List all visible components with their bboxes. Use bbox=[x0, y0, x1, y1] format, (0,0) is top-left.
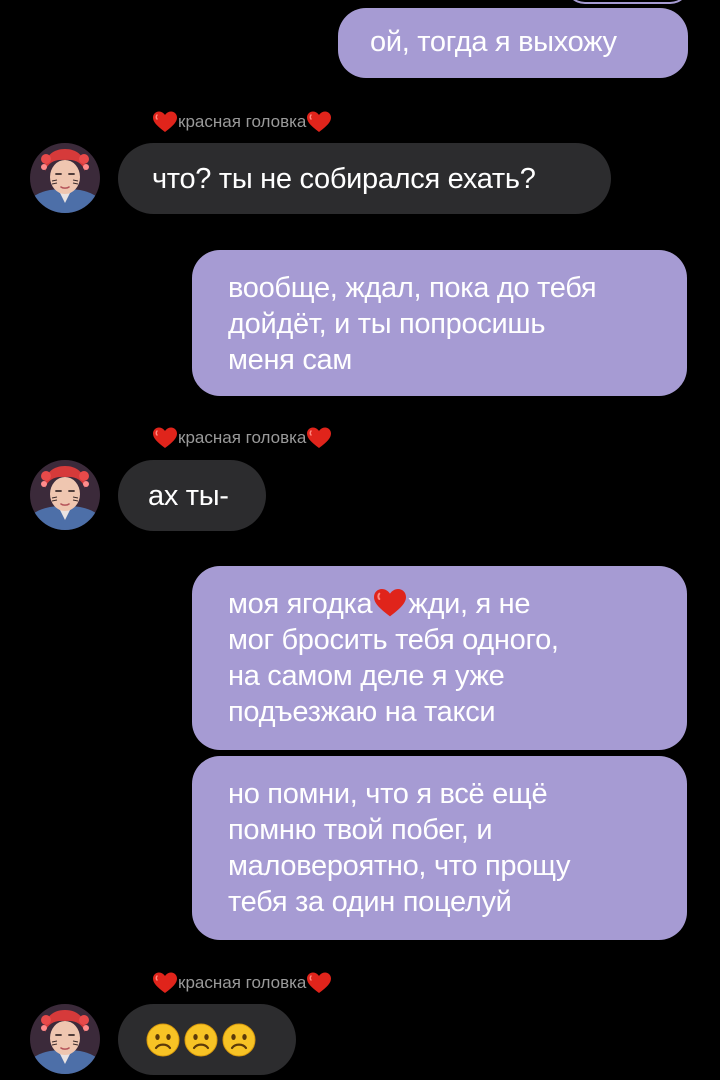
sender-name: красная головка bbox=[152, 968, 332, 998]
message-text: ах ты- bbox=[148, 479, 229, 512]
previous-bubble-edge bbox=[565, 0, 690, 4]
outgoing-message-bubble[interactable]: ой, тогда я выхожу bbox=[338, 8, 688, 78]
message-line: маловероятно, что прощу bbox=[228, 850, 571, 882]
avatar[interactable] bbox=[30, 460, 100, 530]
heart-icon bbox=[152, 971, 178, 995]
message-line: помню твой побег, и bbox=[228, 814, 493, 846]
sender-label: красная головка bbox=[178, 112, 307, 131]
heart-icon bbox=[306, 110, 332, 134]
incoming-message-bubble[interactable]: что? ты не собирался ехать? bbox=[118, 143, 611, 214]
heart-icon bbox=[306, 971, 332, 995]
message-text: что? ты не собирался ехать? bbox=[152, 162, 536, 195]
message-line: на самом деле я уже bbox=[228, 660, 505, 692]
avatar[interactable] bbox=[30, 143, 100, 213]
message-line: вообще, ждал, пока до тебя bbox=[228, 272, 597, 304]
frowning-face-icon bbox=[146, 1023, 180, 1057]
sender-name: красная головка bbox=[152, 423, 332, 453]
heart-icon bbox=[372, 587, 408, 619]
message-line: мог бросить тебя одного, bbox=[228, 624, 559, 656]
message-text: моя ягодка bbox=[228, 588, 373, 620]
outgoing-message-bubble[interactable]: но помни, что я всё ещё помню твой побег… bbox=[192, 756, 687, 940]
message-line: дойдёт, и ты попросишь bbox=[228, 308, 546, 340]
sender-label: красная головка bbox=[178, 973, 307, 992]
message-line: но помни, что я всё ещё bbox=[228, 778, 548, 810]
frowning-face-icon bbox=[184, 1023, 218, 1057]
message-line: подъезжаю на такси bbox=[228, 696, 496, 728]
avatar[interactable] bbox=[30, 1004, 100, 1074]
message-line: моя ягодка жди, я не bbox=[228, 586, 651, 622]
heart-icon bbox=[152, 426, 178, 450]
frowning-face-icon bbox=[222, 1023, 256, 1057]
outgoing-message-bubble[interactable]: моя ягодка жди, я не мог бросить тебя одн… bbox=[192, 566, 687, 750]
sender-label: красная головка bbox=[178, 428, 307, 447]
message-text: ой, тогда я выхожу bbox=[370, 26, 617, 58]
heart-icon bbox=[152, 110, 178, 134]
incoming-message-bubble[interactable] bbox=[118, 1004, 296, 1075]
sender-name: красная головка bbox=[152, 107, 332, 137]
message-text: жди, я не bbox=[408, 588, 531, 620]
message-line: меня сам bbox=[228, 344, 353, 376]
outgoing-message-bubble[interactable]: вообще, ждал, пока до тебя дойдёт, и ты … bbox=[192, 250, 687, 396]
message-line: тебя за один поцелуй bbox=[228, 886, 512, 918]
incoming-message-bubble[interactable]: ах ты- bbox=[118, 460, 266, 531]
heart-icon bbox=[306, 426, 332, 450]
